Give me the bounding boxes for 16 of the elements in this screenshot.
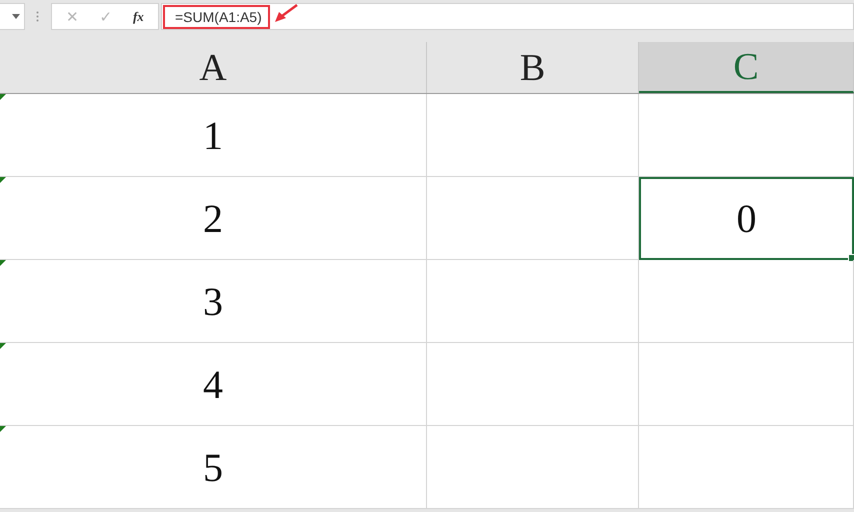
caret-icon <box>12 14 20 19</box>
cell-value: 1 <box>203 112 223 158</box>
cell-value: 2 <box>203 194 223 242</box>
cell-value: 0 <box>736 195 756 242</box>
formula-text: =SUM(A1:A5) <box>163 4 270 28</box>
insert-function-button[interactable]: fx <box>132 8 144 24</box>
grip-icon <box>36 11 39 22</box>
cell-value: 4 <box>203 360 223 408</box>
cell-value: 5 <box>203 444 223 490</box>
arrow-icon <box>274 4 298 24</box>
formula-field[interactable]: =SUM(A1:A5) <box>161 3 854 30</box>
cell-value: 3 <box>203 278 223 324</box>
fill-handle[interactable] <box>848 254 854 262</box>
name-box[interactable] <box>0 3 25 30</box>
column-header[interactable]: C <box>639 42 854 93</box>
column-header[interactable]: A <box>0 42 427 93</box>
